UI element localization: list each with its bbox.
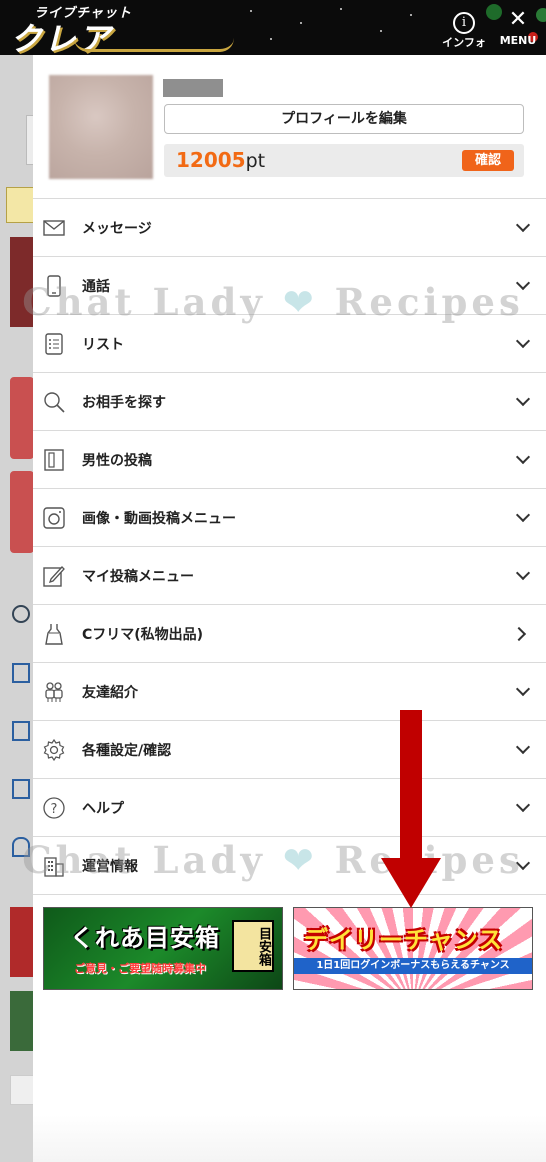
menu-item-settings[interactable]: 各種設定/確認 — [33, 721, 546, 779]
menu-item-search[interactable]: お相手を探す — [33, 373, 546, 431]
bg-banner — [10, 1075, 33, 1105]
gear-icon — [43, 739, 65, 761]
bg-thumbnail — [10, 237, 33, 327]
chevron-down-icon — [515, 739, 531, 755]
dress-icon — [45, 624, 63, 645]
banner-row: くれあ目安箱 ご意見・ご要望随時募集中 目安箱 デイリーチャンス 1日1回ログイ… — [33, 907, 546, 992]
info-icon: i — [436, 6, 492, 34]
bg-search-icon — [12, 605, 30, 623]
chevron-down-icon — [515, 275, 531, 291]
sparkle — [270, 38, 272, 40]
bg-pencil-icon — [12, 721, 30, 741]
suggestion-box-subtitle: ご意見・ご要望随時募集中 — [74, 962, 206, 975]
menu-list: メッセージ 通話 リスト お相手を探す 男性の投稿 画像・動画投稿メニュー マイ… — [33, 198, 546, 895]
friends-icon — [45, 682, 63, 702]
menu-item-call[interactable]: 通話 — [33, 257, 546, 315]
chevron-down-icon — [515, 565, 531, 581]
svg-text:?: ? — [51, 802, 58, 817]
menu-item-operations-info[interactable]: 運営情報 — [33, 837, 546, 895]
menu-item-label: Cフリマ(私物出品) — [82, 627, 204, 643]
profile-panel: プロフィールを編集 12005pt 確認 — [33, 55, 546, 200]
chevron-down-icon — [515, 391, 531, 407]
bg-card — [26, 115, 33, 165]
info-button[interactable]: i インフォ — [436, 6, 492, 52]
menu-item-label: マイ投稿メニュー — [82, 569, 194, 585]
menu-item-label: 友達紹介 — [82, 685, 138, 701]
menu-close-button[interactable]: ✕ MENU — [490, 6, 546, 52]
menu-item-message[interactable]: メッセージ — [33, 199, 546, 257]
chevron-down-icon — [515, 681, 531, 697]
building-icon — [44, 857, 64, 877]
bg-red-button — [10, 471, 33, 553]
daily-chance-banner[interactable]: デイリーチャンス 1日1回ログインボーナスもらえるチャンス — [293, 907, 533, 990]
bg-banner — [10, 907, 33, 977]
points-display: 12005pt — [176, 148, 265, 172]
menu-item-label: お相手を探す — [82, 395, 166, 411]
app-header: ライブチャット クレア i インフォ ✕ MENU — [0, 0, 546, 55]
menu-item-label: 男性の投稿 — [82, 453, 152, 469]
avatar[interactable] — [49, 75, 153, 179]
chevron-down-icon — [515, 333, 531, 349]
bg-list-icon — [12, 663, 30, 683]
menu-item-label: 運営情報 — [82, 859, 138, 875]
app-logo[interactable]: ライブチャット クレア — [4, 2, 234, 55]
notebook-icon — [44, 449, 64, 471]
confirm-points-button[interactable]: 確認 — [462, 150, 514, 171]
daily-chance-title: デイリーチャンス — [304, 926, 504, 954]
sparkle — [300, 22, 302, 24]
chevron-down-icon — [515, 217, 531, 233]
chevron-down-icon — [515, 449, 531, 465]
chevron-down-icon — [515, 797, 531, 813]
menu-item-label: ヘルプ — [82, 801, 124, 817]
menu-item-flea-market[interactable]: Cフリマ(私物出品) — [33, 605, 546, 663]
points-value: 12005 — [176, 148, 246, 172]
bg-friends-icon — [12, 837, 30, 857]
red-arrow-annotation — [381, 710, 441, 908]
camera-icon — [43, 507, 65, 529]
side-drawer: プロフィールを編集 12005pt 確認 メッセージ 通話 リスト お相手を探す — [33, 55, 546, 1162]
suggestion-box-title: くれあ目安箱 — [70, 924, 220, 952]
search-icon — [44, 392, 65, 413]
logo-swoosh — [74, 38, 234, 52]
menu-item-label: メッセージ — [82, 221, 152, 237]
daily-chance-subtitle: 1日1回ログインボーナスもらえるチャンス — [294, 958, 532, 974]
sparkle — [410, 14, 412, 16]
points-box: 12005pt 確認 — [164, 144, 524, 177]
menu-item-media-posts[interactable]: 画像・動画投稿メニュー — [33, 489, 546, 547]
suggestion-box-label: 目安箱 — [232, 920, 274, 972]
menu-item-mens-posts[interactable]: 男性の投稿 — [33, 431, 546, 489]
sparkle — [340, 8, 342, 10]
menu-item-label: リスト — [82, 337, 124, 353]
chevron-down-icon — [515, 507, 531, 523]
menu-item-label: 画像・動画投稿メニュー — [82, 511, 236, 527]
menu-item-list[interactable]: リスト — [33, 315, 546, 373]
username-redacted — [163, 79, 223, 97]
info-label: インフォ — [442, 36, 486, 49]
close-icon: ✕ — [508, 7, 528, 32]
chevron-down-icon — [515, 855, 531, 871]
chevron-right-icon — [511, 626, 527, 642]
menu-item-label: 各種設定/確認 — [82, 743, 172, 759]
menu-item-friend-referral[interactable]: 友達紹介 — [33, 663, 546, 721]
menu-item-my-posts[interactable]: マイ投稿メニュー — [33, 547, 546, 605]
menu-item-help[interactable]: ? ヘルプ — [33, 779, 546, 837]
bottom-fade — [33, 1115, 546, 1162]
points-unit: pt — [245, 150, 266, 172]
envelope-icon — [43, 220, 65, 236]
background-page — [0, 55, 33, 1162]
pencil-icon — [43, 566, 65, 587]
menu-label: MENU — [499, 34, 537, 47]
sparkle — [250, 10, 252, 12]
list-icon — [45, 333, 63, 355]
suggestion-box-banner[interactable]: くれあ目安箱 ご意見・ご要望随時募集中 目安箱 — [43, 907, 283, 990]
sparkle — [380, 30, 382, 32]
menu-item-label: 通話 — [82, 279, 110, 295]
phone-icon — [47, 275, 61, 297]
bg-notebook-icon — [12, 779, 30, 799]
help-icon: ? — [43, 797, 65, 819]
bg-notice — [6, 187, 33, 223]
bg-banner — [10, 991, 33, 1051]
bg-red-button — [10, 377, 33, 459]
edit-profile-button[interactable]: プロフィールを編集 — [164, 104, 524, 134]
